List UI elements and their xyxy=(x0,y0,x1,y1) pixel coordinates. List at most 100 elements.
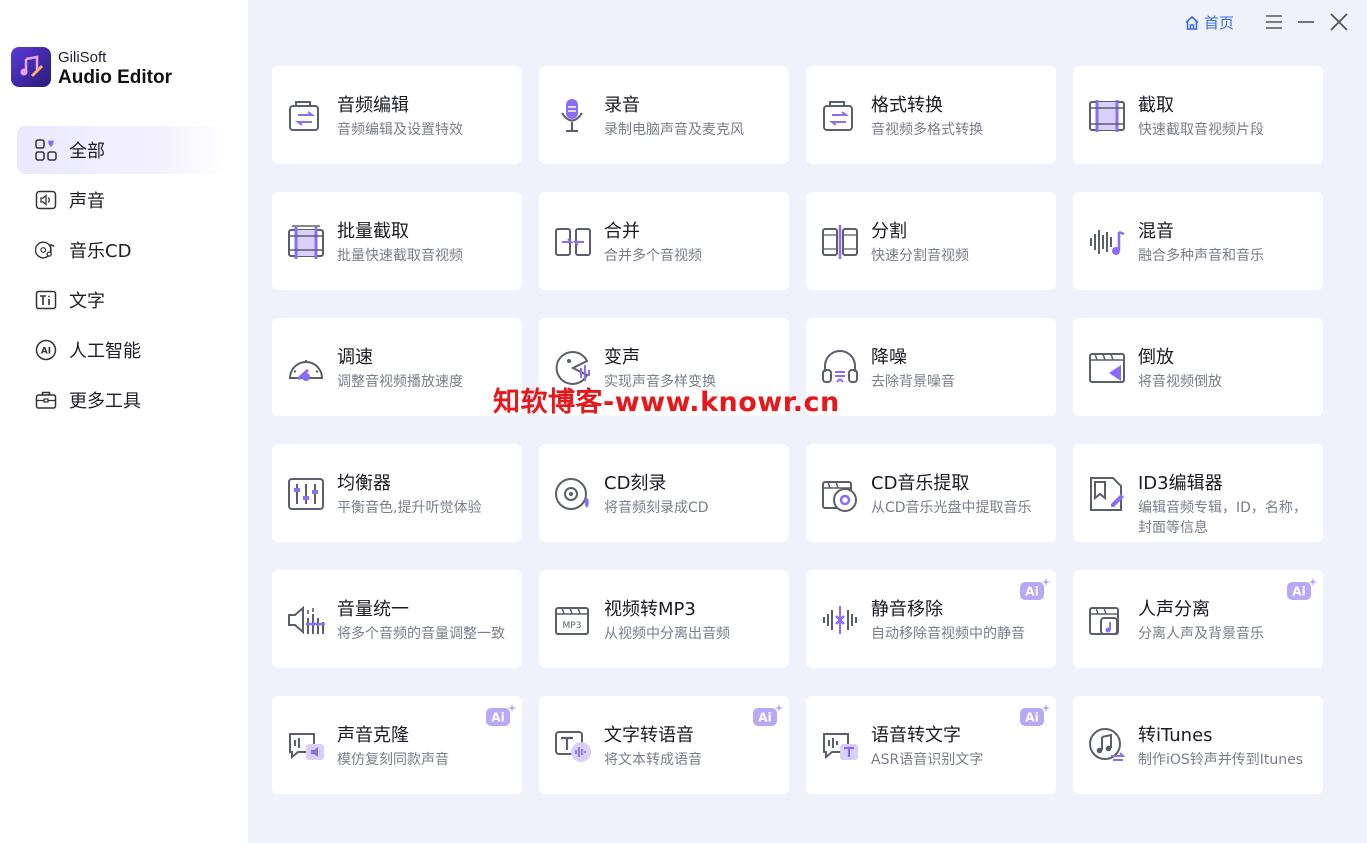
sidebar: GiliSoft Audio Editor 全部 声音 音乐CD 文字 AI 人… xyxy=(0,0,248,843)
close-icon xyxy=(1330,13,1348,31)
reverse-icon xyxy=(1087,348,1127,388)
merge-icon xyxy=(553,222,593,262)
tool-card-silence-remove[interactable]: 静音移除自动移除音视频中的静音 Ai xyxy=(806,570,1056,668)
tool-card-voice-clone[interactable]: 声音克隆 模仿复刻同款声音 Ai xyxy=(272,696,522,794)
tool-description: 模仿复刻同款声音 xyxy=(337,752,449,768)
sidebar-item-label: 声音 xyxy=(69,191,105,212)
itunes-icon xyxy=(1087,726,1127,766)
tool-card-format-convert[interactable]: 格式转换 音视频多格式转换 xyxy=(806,66,1056,164)
cd-extract-icon xyxy=(820,474,860,514)
tool-description: 合并多个音视频 xyxy=(604,248,702,264)
voice-clone-icon xyxy=(286,726,326,766)
sidebar-item-more-tools[interactable]: 更多工具 xyxy=(17,376,227,424)
svg-text:Ai: Ai xyxy=(1025,585,1038,599)
tool-title: 视频转MP3 xyxy=(604,599,696,620)
tool-card-audio-edit[interactable]: 音频编辑 音频编辑及设置特效 xyxy=(272,66,522,164)
sidebar-item-all[interactable]: 全部 xyxy=(17,126,227,174)
text-to-speech-icon xyxy=(553,726,593,766)
tool-description: 将多个音频的音量调整一致 xyxy=(337,626,505,642)
tool-card-merge[interactable]: 合并 合并多个音视频 xyxy=(539,192,789,290)
svg-text:AI: AI xyxy=(41,347,51,357)
sidebar-item-text[interactable]: 文字 xyxy=(17,276,227,324)
equalizer-icon xyxy=(286,474,326,514)
ai-icon: AI xyxy=(35,339,57,361)
tool-card-video-to-mp3[interactable]: MP3 视频转MP3 从视频中分离出音频 xyxy=(539,570,789,668)
sidebar-item-label: 全部 xyxy=(69,141,105,162)
tool-card-trim[interactable]: 截取快速截取音视频片段 xyxy=(1073,66,1323,164)
tool-title: 文字转语音 xyxy=(604,725,694,746)
speed-icon xyxy=(286,348,326,388)
grid-icon xyxy=(35,139,57,161)
tool-description: 录制电脑声音及麦克风 xyxy=(604,122,744,138)
svg-text:Ai: Ai xyxy=(1025,711,1038,725)
tool-card-noise-reduction[interactable]: 降噪 去除背景噪音 xyxy=(806,318,1056,416)
tool-card-text-to-speech[interactable]: 文字转语音 将文本转成语音 Ai xyxy=(539,696,789,794)
tool-card-id3-editor[interactable]: ID3编辑器 编辑音频专辑，ID，名称，封面等信息 xyxy=(1073,444,1323,542)
tool-description: 音视频多格式转换 xyxy=(871,122,983,138)
tool-description: 去除背景噪音 xyxy=(871,374,955,390)
tool-title: 录音 xyxy=(604,95,640,116)
sidebar-item-ai[interactable]: AI 人工智能 xyxy=(17,326,227,374)
volume-normalize-icon xyxy=(286,600,326,640)
minimize-button[interactable] xyxy=(1295,11,1317,33)
format-convert-icon xyxy=(820,96,860,136)
tool-title: 批量截取 xyxy=(337,221,409,242)
svg-text:MP3: MP3 xyxy=(563,621,582,631)
tool-description: 制作iOS铃声并传到Itunes xyxy=(1138,752,1304,768)
tool-card-split[interactable]: 分割 快速分割音视频 xyxy=(806,192,1056,290)
home-label: 首页 xyxy=(1204,14,1235,32)
tool-title: 静音移除 xyxy=(871,599,943,620)
tool-title: 调速 xyxy=(337,347,373,368)
tool-card-speech-to-text[interactable]: 语音转文字 ASR语音识别文字 Ai xyxy=(806,696,1056,794)
ai-badge-icon: Ai xyxy=(753,704,783,726)
tool-card-batch-trim[interactable]: 批量截取 批量快速截取音视频 xyxy=(272,192,522,290)
split-icon xyxy=(820,222,860,262)
tool-title: 声音克隆 xyxy=(337,725,409,746)
watermark-text: 知软博客-www.knowr.cn xyxy=(493,387,840,418)
video-to-mp3-icon: MP3 xyxy=(553,600,593,640)
tool-card-equalizer[interactable]: 均衡器 平衡音色,提升听觉体验 xyxy=(272,444,522,542)
tool-description: 平衡音色,提升听觉体验 xyxy=(337,500,482,516)
sidebar-item-sound[interactable]: 声音 xyxy=(17,176,227,224)
tool-card-cd-extract[interactable]: CD音乐提取 从CD音乐光盘中提取音乐 xyxy=(806,444,1056,542)
tool-description: 将音视频倒放 xyxy=(1138,374,1222,390)
tool-title: 转iTunes xyxy=(1138,725,1213,746)
tool-title: 合并 xyxy=(604,221,640,242)
microphone-icon xyxy=(553,96,593,136)
sidebar-item-music-cd[interactable]: 音乐CD xyxy=(17,226,227,274)
batch-trim-icon xyxy=(286,222,326,262)
home-icon xyxy=(1185,15,1199,30)
tool-title: CD音乐提取 xyxy=(871,473,970,494)
tool-card-cd-burn[interactable]: CD刻录 将音频刻录成CD xyxy=(539,444,789,542)
cd-burn-icon xyxy=(553,474,593,514)
tool-title: 降噪 xyxy=(871,347,907,368)
minimize-icon xyxy=(1298,21,1314,23)
tool-title: CD刻录 xyxy=(604,473,667,494)
tool-card-speed[interactable]: 调速 调整音视频播放速度 xyxy=(272,318,522,416)
tool-description: 音频编辑及设置特效 xyxy=(337,122,463,138)
app-logo xyxy=(11,47,51,87)
tool-card-reverse[interactable]: 倒放 将音视频倒放 xyxy=(1073,318,1323,416)
hamburger-icon xyxy=(1266,15,1282,29)
home-link[interactable]: 首页 xyxy=(1184,12,1234,33)
menu-button[interactable] xyxy=(1263,11,1285,33)
brand-name: GiliSoft xyxy=(58,49,107,66)
speaker-icon xyxy=(35,189,57,211)
tool-description: 快速截取音视频片段 xyxy=(1138,122,1264,138)
trim-icon xyxy=(1087,96,1127,136)
tool-description: 从视频中分离出音频 xyxy=(604,626,730,642)
mix-icon xyxy=(1087,222,1127,262)
tool-card-vocal-separate[interactable]: 人声分离 分离人声及背景音乐 Ai xyxy=(1073,570,1323,668)
tool-card-volume-normalize[interactable]: 音量统一 将多个音频的音量调整一致 xyxy=(272,570,522,668)
tool-description: 分离人声及背景音乐 xyxy=(1138,626,1264,642)
close-button[interactable] xyxy=(1328,11,1350,33)
tool-description: 自动移除音视频中的静音 xyxy=(871,626,1025,642)
tool-card-itunes[interactable]: 转iTunes 制作iOS铃声并传到Itunes xyxy=(1073,696,1323,794)
tool-title: ID3编辑器 xyxy=(1138,473,1223,494)
tool-card-microphone[interactable]: 录音录制电脑声音及麦克风 xyxy=(539,66,789,164)
ai-badge-icon: Ai xyxy=(1020,578,1050,600)
product-name: Audio Editor xyxy=(58,67,172,88)
tool-title: 人声分离 xyxy=(1138,599,1210,620)
tool-card-mix[interactable]: 混音 融合多种声音和音乐 xyxy=(1073,192,1323,290)
tool-title: 截取 xyxy=(1138,95,1174,116)
